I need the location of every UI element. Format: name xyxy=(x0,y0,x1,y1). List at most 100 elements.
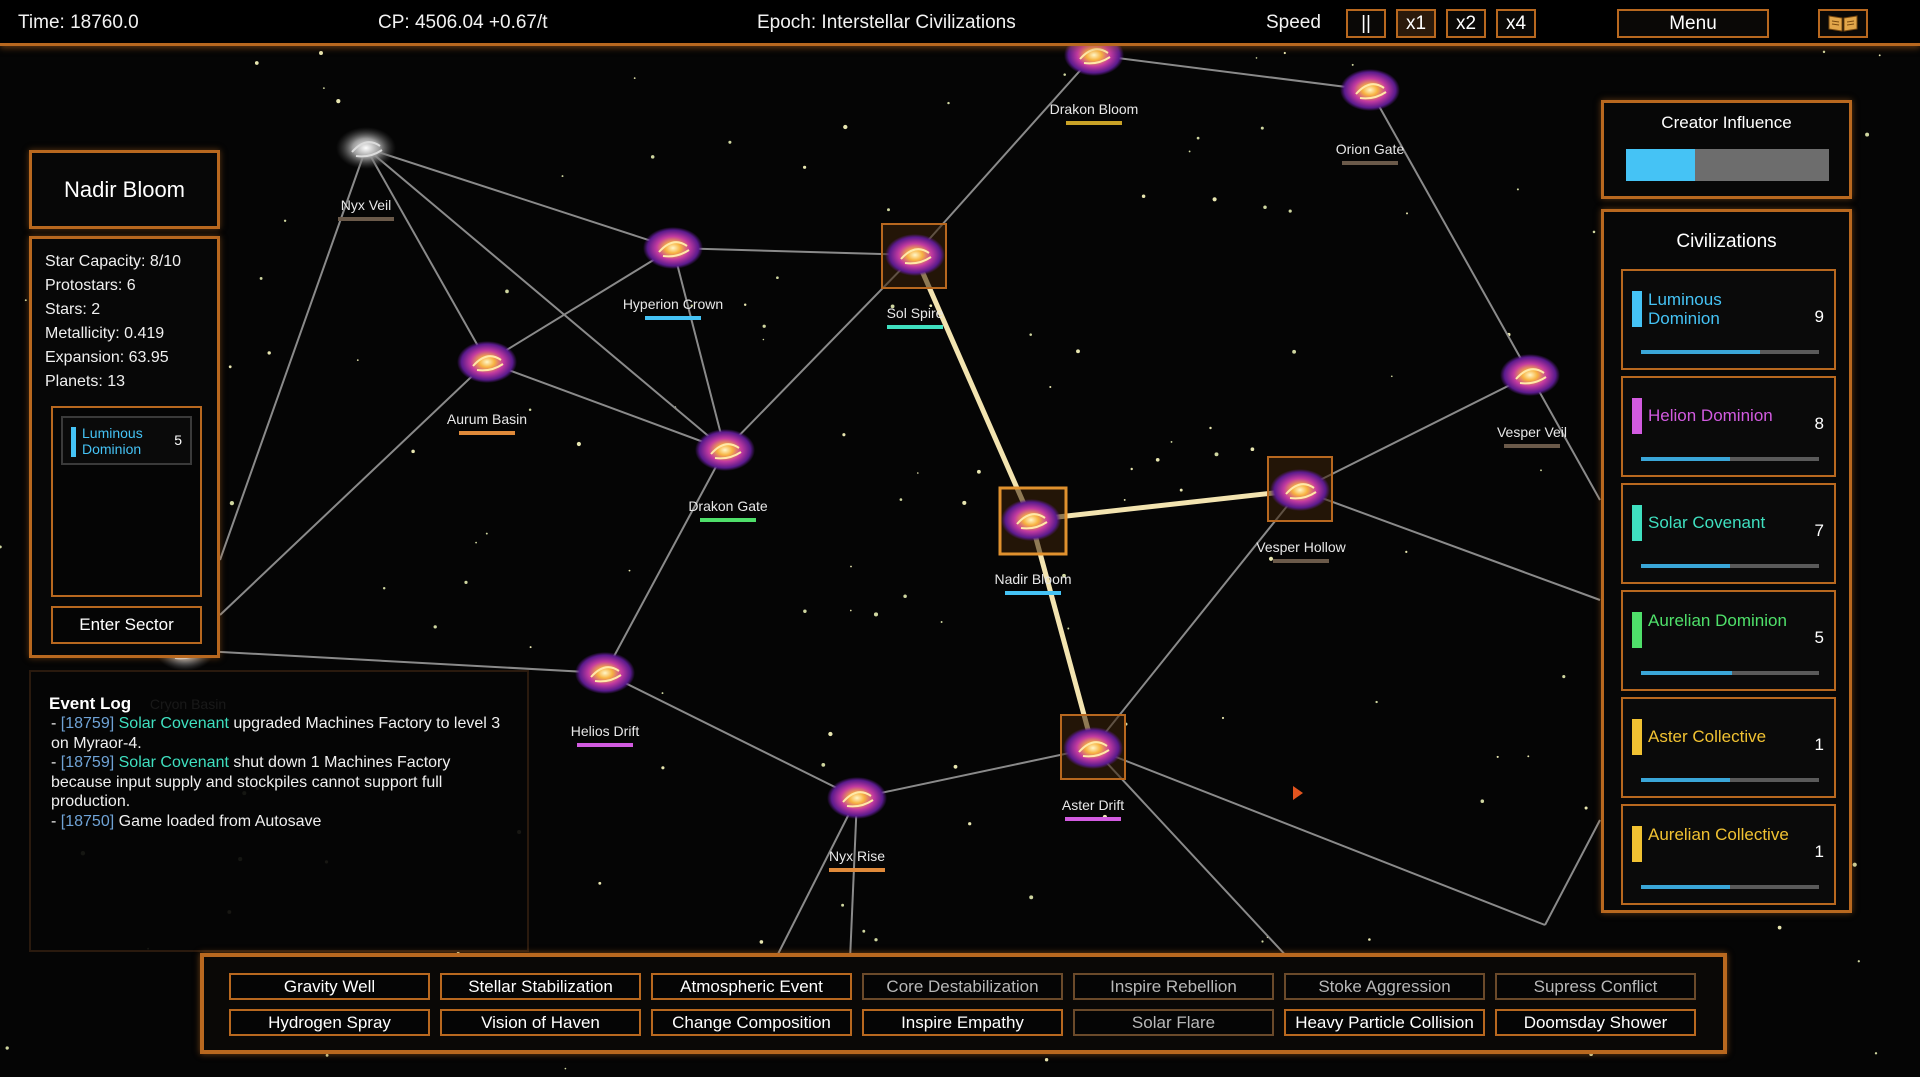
background-star xyxy=(874,938,878,942)
civ-card[interactable]: Luminous Dominion 9 xyxy=(1621,269,1836,370)
civ-progress-bar xyxy=(1641,778,1819,782)
background-star xyxy=(1496,755,1499,758)
background-star xyxy=(661,692,664,695)
background-star xyxy=(528,408,532,411)
civ-card[interactable]: Helion Dominion 8 xyxy=(1621,376,1836,477)
background-star xyxy=(821,763,826,767)
action-stellar-stabilization-button[interactable]: Stellar Stabilization xyxy=(440,973,641,1000)
background-star xyxy=(940,621,943,623)
civ-card[interactable]: Aurelian Dominion 5 xyxy=(1621,590,1836,691)
sector-label: Helios Drift xyxy=(571,723,640,739)
event-log-title: Event Log xyxy=(49,694,132,713)
background-star xyxy=(1049,385,1052,389)
speed-x4-button[interactable]: x4 xyxy=(1496,9,1536,38)
civ-color-swatch xyxy=(1632,291,1642,327)
sector-civ-item[interactable]: Luminous Dominion 5 xyxy=(61,416,192,465)
sector-node-drakon-gate[interactable] xyxy=(695,429,755,471)
action-vision-of-haven-button[interactable]: Vision of Haven xyxy=(440,1009,641,1036)
menu-button[interactable]: Menu xyxy=(1617,9,1769,38)
sector-node-vesper-veil[interactable] xyxy=(1500,354,1560,396)
event-log-panel[interactable]: Event Log - [18759] Solar Covenant upgra… xyxy=(29,670,529,952)
background-star xyxy=(968,822,972,826)
background-star xyxy=(267,351,271,355)
civ-sector-count: 9 xyxy=(1814,307,1824,326)
action-doomsday-shower-button[interactable]: Doomsday Shower xyxy=(1495,1009,1696,1036)
civ-color-swatch xyxy=(1632,719,1642,755)
civ-card[interactable]: Aurelian Collective 1 xyxy=(1621,804,1836,905)
background-star xyxy=(1221,716,1225,720)
action-supress-conflict-button[interactable]: Supress Conflict xyxy=(1495,973,1696,1000)
civ-card[interactable]: Aster Collective 1 xyxy=(1621,697,1836,798)
sector-node-aurum-basin[interactable] xyxy=(457,341,517,383)
sector-node-sol-spire[interactable] xyxy=(885,234,945,276)
background-star xyxy=(561,175,564,178)
background-star xyxy=(1076,349,1080,354)
sector-node-helios-drift[interactable] xyxy=(575,652,635,694)
stat-metallicity: Metallicity: 0.419 xyxy=(45,325,165,342)
sector-node-aster-drift[interactable] xyxy=(1063,727,1123,769)
civ-progress-fill xyxy=(1641,885,1730,889)
civ-progress-fill xyxy=(1641,457,1730,461)
background-star xyxy=(1288,209,1292,213)
epoch-readout: Epoch: Interstellar Civilizations xyxy=(757,12,1016,33)
background-star xyxy=(529,646,532,649)
background-star xyxy=(475,541,477,544)
action-inspire-empathy-button[interactable]: Inspire Empathy xyxy=(862,1009,1063,1036)
background-star xyxy=(1261,940,1264,943)
pause-button[interactable]: || xyxy=(1346,9,1386,38)
galaxy-icon xyxy=(1500,354,1560,396)
sector-node-nadir-bloom[interactable] xyxy=(1001,499,1061,541)
action-bar: Gravity Well Stellar Stabilization Atmosph… xyxy=(200,953,1727,1054)
background-star xyxy=(1592,230,1596,234)
codex-button[interactable] xyxy=(1818,9,1868,38)
background-star xyxy=(259,276,263,280)
background-star xyxy=(283,219,287,222)
event-civ-name: Solar Covenant xyxy=(118,715,229,732)
background-star xyxy=(1375,700,1378,704)
speed-x2-button[interactable]: x2 xyxy=(1446,9,1486,38)
sector-title: Nadir Bloom xyxy=(63,176,186,202)
background-star xyxy=(1179,488,1183,492)
sector-civ-name: Luminous Dominion xyxy=(82,425,143,457)
background-star xyxy=(976,469,981,474)
civ-progress-bar xyxy=(1641,350,1819,354)
enter-sector-button[interactable]: Enter Sector xyxy=(51,606,202,644)
sector-node-nyx-veil[interactable] xyxy=(336,127,396,169)
civ-sector-count: 5 xyxy=(1814,628,1824,647)
sector-label: Vesper Hollow xyxy=(1256,539,1346,555)
action-inspire-rebellion-button[interactable]: Inspire Rebellion xyxy=(1073,973,1274,1000)
action-solar-flare-button[interactable]: Solar Flare xyxy=(1073,1009,1274,1036)
event-civ-name: Solar Covenant xyxy=(118,754,229,771)
action-stoke-aggression-button[interactable]: Stoke Aggression xyxy=(1284,973,1485,1000)
background-star xyxy=(873,612,879,617)
creator-points-readout: CP: 4506.04 +0.67/t xyxy=(378,12,548,33)
sector-control-bar xyxy=(1273,559,1329,563)
civ-name: Aurelian Dominion xyxy=(1648,611,1787,630)
action-gravity-well-button[interactable]: Gravity Well xyxy=(229,973,430,1000)
galaxy-icon xyxy=(336,127,396,169)
sector-control-bar xyxy=(1066,121,1122,125)
civ-card[interactable]: Solar Covenant 7 xyxy=(1621,483,1836,584)
sector-node-vesper-hollow[interactable] xyxy=(1270,469,1330,511)
background-star xyxy=(1044,1058,1049,1062)
background-star xyxy=(1063,73,1066,76)
sector-node-orion-gate[interactable] xyxy=(1340,69,1400,111)
action-hydrogen-spray-button[interactable]: Hydrogen Spray xyxy=(229,1009,430,1036)
sector-control-bar xyxy=(1005,591,1061,595)
background-star xyxy=(433,625,437,629)
action-change-composition-button[interactable]: Change Composition xyxy=(651,1009,852,1036)
event-timestamp: [18759] xyxy=(60,715,115,732)
event-log-entry: - [18750] Game loaded from Autosave xyxy=(51,812,322,830)
action-core-destabilization-button[interactable]: Core Destabilization xyxy=(862,973,1063,1000)
action-heavy-particle-collision-button[interactable]: Heavy Particle Collision xyxy=(1284,1009,1485,1036)
action-atmospheric-event-button[interactable]: Atmospheric Event xyxy=(651,973,852,1000)
background-star xyxy=(1141,194,1146,198)
background-star xyxy=(336,98,341,104)
sector-node-hyperion-crown[interactable] xyxy=(643,227,703,269)
sector-node-nyx-rise[interactable] xyxy=(827,777,887,819)
sector-label: Drakon Gate xyxy=(688,498,768,514)
civ-progress-bar xyxy=(1641,671,1819,675)
background-star xyxy=(382,587,386,590)
sector-control-bar xyxy=(829,868,885,872)
speed-x1-button[interactable]: x1 xyxy=(1396,9,1436,38)
